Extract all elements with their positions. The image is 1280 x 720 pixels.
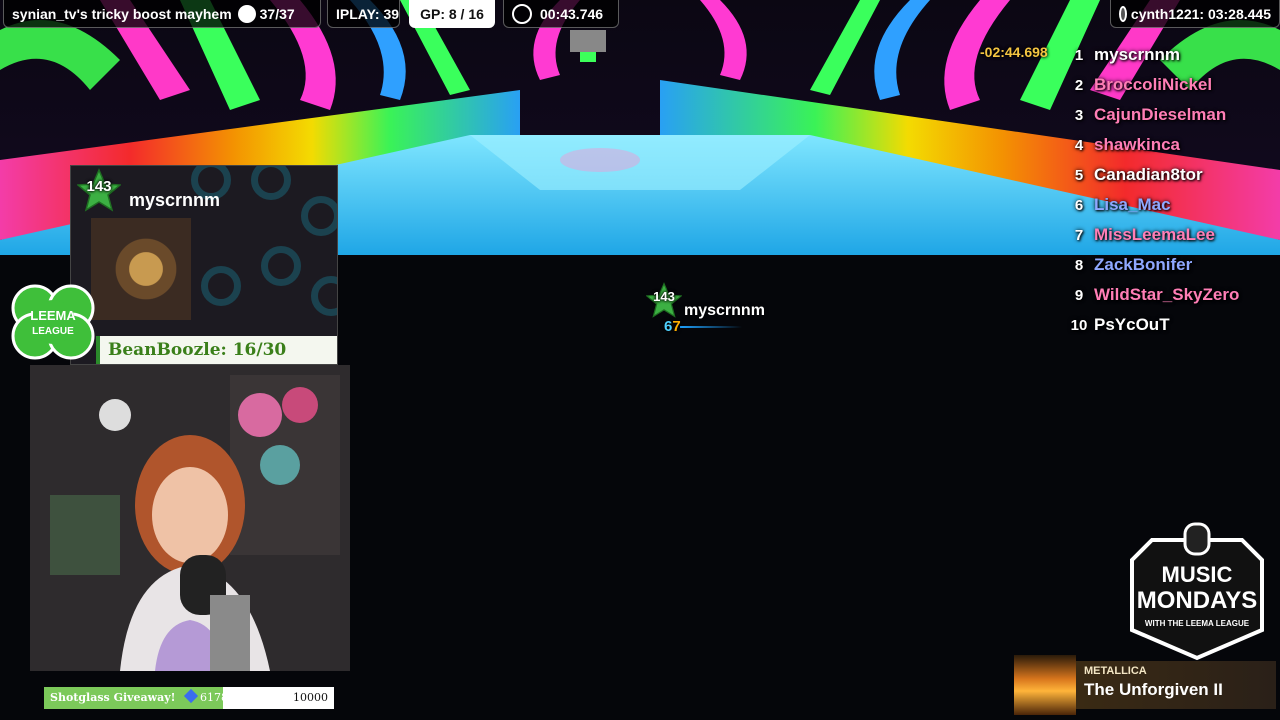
leema-league-logo: LEEMA LEAGUE [5, 278, 101, 366]
leaderboard-rank: 3 [1074, 106, 1084, 124]
mm-line1: MUSIC [1162, 562, 1233, 587]
leaderboard-name: CajunDieselman [1094, 105, 1227, 124]
svg-text:LEEMA: LEEMA [30, 308, 76, 323]
leaderboard-row: 10 PsYcOuT [1064, 310, 1264, 340]
gp-pill: GP: 8 / 16 [409, 0, 495, 28]
now-playing: METALLICA The Unforgiven II [1014, 655, 1276, 715]
leaderboard-name: PsYcOuT [1094, 315, 1170, 334]
player-level-star-icon: 143 [645, 282, 683, 318]
giveaway-goal: 10000 [293, 691, 328, 704]
avatar [91, 218, 191, 320]
stream-title: synian_tv's tricky boost mayhem [12, 5, 232, 22]
leaderboard-rank: 2 [1074, 76, 1084, 94]
now-playing-info: METALLICA The Unforgiven II [1076, 661, 1276, 709]
leaderboard-name: WildStar_SkyZero [1094, 285, 1240, 304]
leaderboard-row: 1 myscrnnm [1064, 40, 1264, 70]
leaderboard-rank: 1 [1074, 46, 1084, 64]
leaderboard-row: 4 shawkinca [1064, 130, 1264, 160]
profile-card: 143 myscrnnm BeanBoozle: 16/30 [70, 165, 338, 365]
iplay-pill: IPLAY: 39 [327, 0, 400, 28]
leaderboard-name: shawkinca [1094, 135, 1180, 154]
artist-name: METALLICA [1084, 665, 1147, 677]
timer-text: 00:43.746 [540, 5, 604, 22]
ball-icon [237, 4, 256, 23]
leaderboard-row: 8 ZackBonifer [1064, 250, 1264, 280]
leaderboard-name: ZackBonifer [1094, 255, 1193, 274]
player-tag-underline [680, 326, 742, 328]
leaderboard-row: 9 WildStar_SkyZero [1064, 280, 1264, 310]
count-text: 37/37 [259, 5, 295, 22]
leaderboard-name: Lisa_Mac [1094, 195, 1171, 214]
leaderboard-name: MissLeemaLee [1094, 225, 1215, 244]
leaderboard-name: BroccoliNickel [1094, 75, 1213, 94]
leaderboard-rank: 9 [1074, 286, 1084, 304]
giveaway-current: 6178 [183, 688, 228, 704]
record-pill: cynth1221: 03:28.445 [1110, 0, 1280, 28]
leaderboard-row: 6 Lisa_Mac [1064, 190, 1264, 220]
leaderboard-row: 3 CajunDieselman [1064, 100, 1264, 130]
album-art [1014, 655, 1076, 715]
webcam-feed [30, 365, 350, 671]
leaderboard-row: 2 BroccoliNickel [1064, 70, 1264, 100]
stream-title-pill: synian_tv's tricky boost mayhem 37/37 [3, 0, 321, 28]
level-star-icon: 143 [76, 168, 122, 212]
player-name: myscrnnm [684, 302, 765, 319]
leaderboard-rank: 5 [1074, 166, 1084, 184]
player-number: 67 [664, 318, 681, 335]
leaderboard-rank: 4 [1074, 136, 1084, 154]
iplay-text: IPLAY: 39 [336, 5, 400, 22]
svg-text:LEAGUE: LEAGUE [32, 326, 74, 337]
record-text: cynth1221: 03:28.445 [1130, 5, 1271, 22]
giveaway-bar: Shotglass Giveaway! 6178 10000 [44, 687, 334, 709]
leaderboard-delta: -02:44.698 [980, 44, 1048, 60]
player-level: 143 [653, 289, 675, 304]
mm-line2: MONDAYS [1137, 587, 1257, 614]
leaderboard-rank: 7 [1074, 226, 1084, 244]
bean-boozle-bar: BeanBoozle: 16/30 [96, 336, 337, 364]
level-badge: 143 [86, 178, 112, 195]
mm-line3: WITH THE LEEMA LEAGUE [1145, 619, 1250, 628]
gem-icon [183, 688, 199, 704]
leaderboard-rank: 10 [1070, 316, 1088, 334]
leaderboard-row: 7 MissLeemaLee [1064, 220, 1264, 250]
leaderboard-rank: 8 [1074, 256, 1084, 274]
leaderboard-name: Canadian8tor [1094, 165, 1203, 184]
leaderboard-name: myscrnnm [1094, 45, 1180, 64]
music-mondays-logo: MUSIC MONDAYS WITH THE LEEMA LEAGUE [1122, 520, 1272, 662]
gp-text: GP: 8 / 16 [420, 5, 484, 22]
clock-icon [512, 3, 532, 24]
globe-icon [1119, 5, 1127, 22]
leaderboard-row: 5 Canadian8tor [1064, 160, 1264, 190]
giveaway-label: Shotglass Giveaway! [50, 691, 176, 704]
leaderboard: 1 myscrnnm 2 BroccoliNickel 3 CajunDieselman 4… [1064, 40, 1264, 340]
song-title: The Unforgiven II [1084, 680, 1223, 699]
card-username: myscrnnm [129, 190, 221, 210]
timer-pill: 00:43.746 [503, 0, 619, 28]
leaderboard-rank: 6 [1074, 196, 1084, 214]
